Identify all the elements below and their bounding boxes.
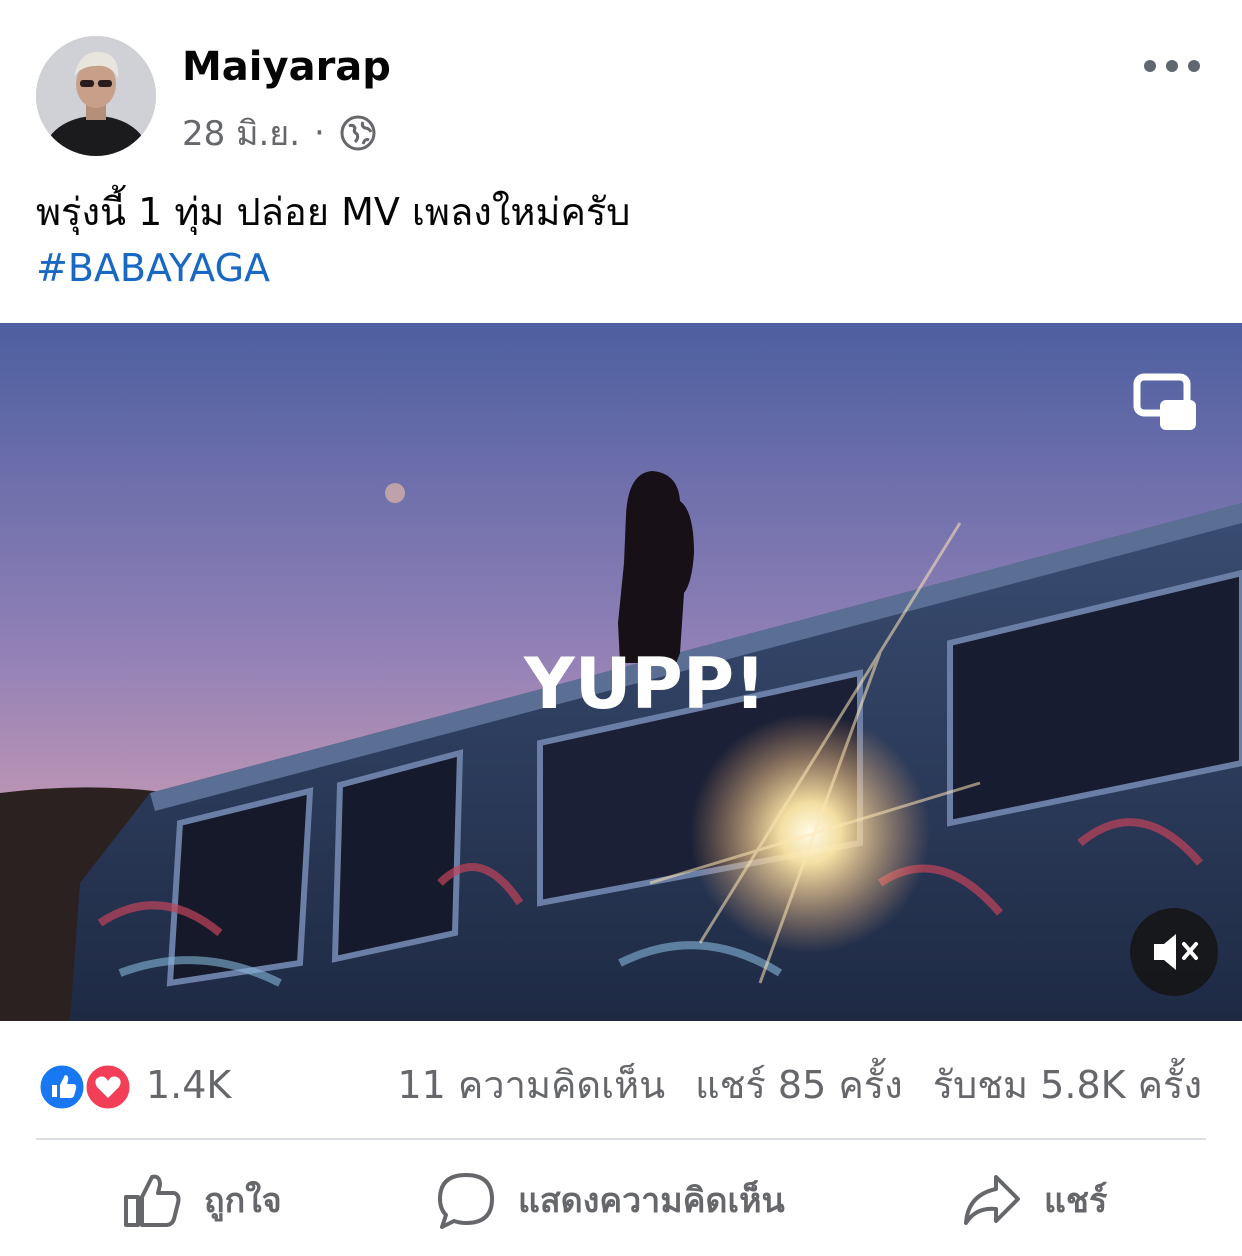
more-dot-icon [1144,60,1156,72]
more-dot-icon [1166,60,1178,72]
post-date[interactable]: 28 มิ.ย. [182,106,300,160]
globe-icon [340,115,376,151]
love-reaction-icon [83,1062,133,1112]
comment-label: แสดงความคิดเห็น [518,1181,785,1221]
post-stats: 1.4K 11 ความคิดเห็น แชร์ 85 ครั้ง รับชม … [0,1050,1242,1120]
avatar[interactable] [36,36,156,156]
picture-in-picture-button[interactable] [1132,372,1198,434]
post-text: พรุ่งนี้ 1 ทุ่ม ปล่อย MV เพลงใหม่ครับ [36,190,631,234]
share-label: แชร์ [1044,1181,1108,1221]
author-name[interactable]: Maiyarap [182,44,391,90]
share-button[interactable]: แชร์ [962,1170,1107,1230]
speaker-muted-icon [1154,934,1198,970]
comment-button[interactable]: แสดงความคิดเห็น [436,1170,785,1230]
picture-in-picture-icon [1133,373,1196,430]
post-engagement: 11 ความคิดเห็น แชร์ 85 ครั้ง รับชม 5.8K … [397,1062,1202,1108]
mute-button[interactable] [1130,908,1218,996]
meta-separator: · [314,113,325,153]
share-arrow-icon [964,1175,1020,1225]
share-count[interactable]: แชร์ 85 ครั้ง [695,1062,903,1108]
more-options-button[interactable] [1144,48,1200,84]
video-watermark: YUPP! [523,643,766,725]
divider [36,1138,1206,1140]
action-bar: ถูกใจ แสดงความคิดเห็น แชร์ [0,1150,1242,1250]
comment-bubble-icon [438,1173,494,1229]
like-label: ถูกใจ [204,1181,282,1221]
view-count: รับชม 5.8K ครั้ง [932,1063,1202,1107]
more-dot-icon [1188,60,1200,72]
post-header: Maiyarap 28 มิ.ย. · [0,0,1242,160]
thumbs-up-icon [124,1174,181,1227]
post-meta: 28 มิ.ย. · [182,110,377,156]
reaction-icons[interactable] [36,1062,136,1112]
comment-count[interactable]: 11 ความคิดเห็น [397,1062,665,1108]
like-button[interactable]: ถูกใจ [122,1170,282,1230]
video-frame: YUPP! [0,323,1242,1021]
like-reaction-icon [37,1062,87,1112]
reaction-count[interactable]: 1.4K [146,1062,231,1108]
hashtag-link[interactable]: #BABAYAGA [36,240,270,296]
video-player[interactable]: YUPP! [0,323,1242,1021]
